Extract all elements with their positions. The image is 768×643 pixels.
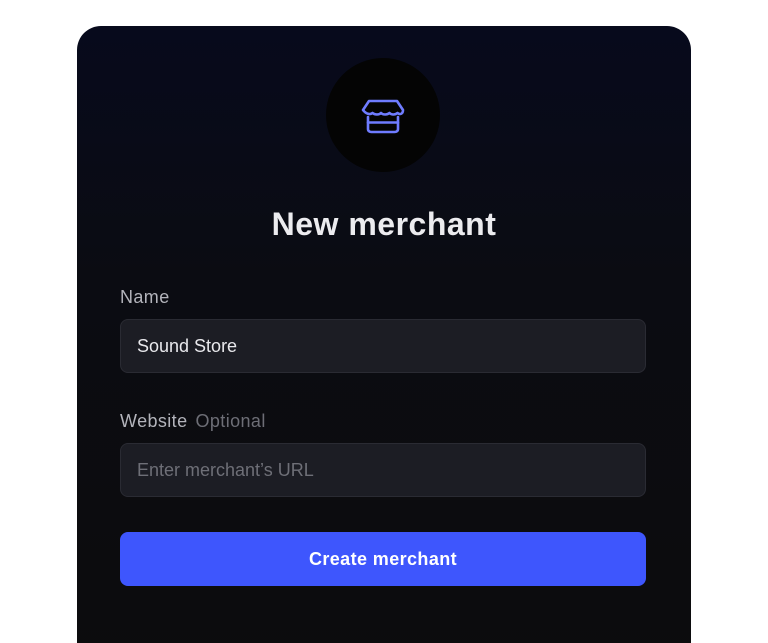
merchant-icon-badge: [326, 58, 440, 172]
page-title: New merchant: [271, 206, 497, 242]
name-input[interactable]: [120, 319, 646, 373]
create-merchant-button[interactable]: Create merchant: [120, 532, 646, 586]
optional-tag: Optional: [195, 411, 266, 431]
page: New merchant Name Website Optional Create…: [0, 0, 768, 643]
new-merchant-card: New merchant Name Website Optional Create…: [77, 26, 691, 643]
website-label-text: Website: [120, 411, 188, 431]
name-label: Name: [120, 287, 170, 308]
name-label-text: Name: [120, 287, 170, 307]
website-label: Website Optional: [120, 411, 266, 432]
website-input[interactable]: [120, 443, 646, 497]
storefront-icon: [361, 99, 405, 134]
